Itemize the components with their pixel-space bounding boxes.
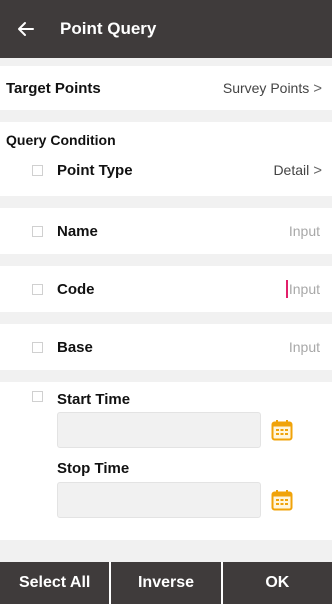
code-checkbox[interactable] — [32, 283, 43, 295]
name-checkbox[interactable] — [32, 225, 43, 237]
point-type-checkbox[interactable] — [32, 164, 43, 176]
code-label: Code — [57, 280, 95, 298]
target-points-row[interactable]: Target Points Survey Points > — [0, 66, 332, 110]
divider — [0, 370, 332, 382]
divider — [0, 254, 332, 266]
base-row: Base Input — [0, 324, 332, 370]
text-cursor — [285, 280, 288, 298]
target-points-value: Survey Points — [222, 80, 310, 96]
query-condition-heading: Query Condition — [6, 132, 116, 148]
calendar-icon[interactable] — [271, 489, 293, 511]
base-label: Base — [57, 338, 93, 356]
point-type-label: Point Type — [57, 161, 133, 179]
arrow-left-icon — [18, 22, 34, 36]
page-title: Point Query — [60, 19, 157, 38]
code-row: Code Input — [0, 266, 332, 312]
start-time-label: Start Time — [57, 390, 131, 408]
chevron-right-icon: > — [313, 161, 322, 179]
divider — [0, 196, 332, 208]
time-section: Start Time Stop Time — [0, 382, 332, 540]
name-label: Name — [57, 222, 98, 240]
inverse-button[interactable]: Inverse — [109, 562, 221, 604]
ok-button[interactable]: OK — [220, 562, 332, 604]
app-bar: Point Query — [0, 0, 332, 58]
calendar-icon[interactable] — [271, 419, 293, 441]
name-row: Name Input — [0, 208, 332, 254]
point-type-value: Detail — [273, 162, 310, 178]
divider — [0, 110, 332, 122]
stop-time-field[interactable] — [57, 482, 261, 518]
query-condition-section: Query Condition Point Type Detail > — [0, 122, 332, 196]
divider — [0, 312, 332, 324]
base-input[interactable]: Input — [289, 339, 320, 355]
target-points-label: Target Points — [6, 79, 101, 97]
stop-time-label: Stop Time — [57, 459, 130, 477]
bottom-action-bar: Select All Inverse OK — [0, 562, 332, 604]
code-input[interactable]: Input — [285, 280, 320, 298]
back-button[interactable] — [0, 0, 52, 58]
time-checkbox[interactable] — [32, 390, 43, 402]
select-all-button[interactable]: Select All — [0, 562, 110, 604]
chevron-right-icon: > — [313, 79, 322, 97]
start-time-field[interactable] — [57, 412, 261, 448]
base-checkbox[interactable] — [32, 341, 43, 353]
name-input[interactable]: Input — [289, 223, 320, 239]
point-type-row[interactable]: Point Type Detail > — [0, 150, 332, 190]
code-input-placeholder: Input — [288, 281, 320, 297]
